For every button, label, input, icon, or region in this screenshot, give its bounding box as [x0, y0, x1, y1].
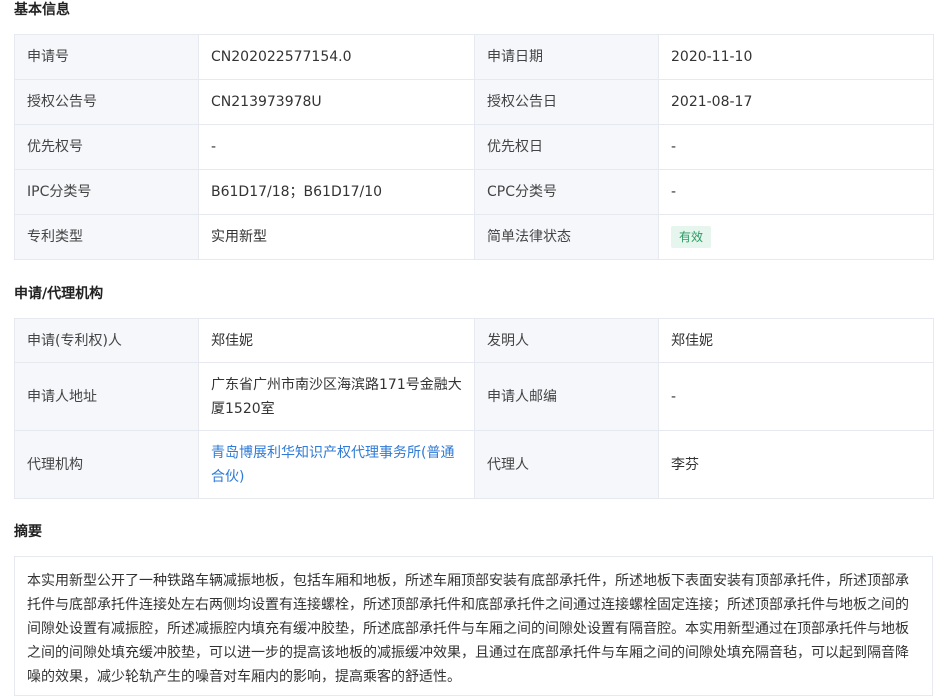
- value-postcode: -: [658, 362, 934, 431]
- value-agent: 李芬: [658, 430, 934, 499]
- label-postcode: 申请人邮编: [474, 362, 659, 431]
- table-row: 申请(专利权)人 郑佳妮 发明人 郑佳妮: [14, 318, 934, 363]
- label-application-date: 申请日期: [474, 34, 659, 80]
- section-title-agency: 申请/代理机构: [14, 286, 104, 302]
- value-cpc: -: [658, 169, 934, 215]
- value-priority-date: -: [658, 124, 934, 170]
- table-row: 申请号 CN202022577154.0 申请日期 2020-11-10: [14, 34, 934, 80]
- section-title-abstract: 摘要: [14, 524, 42, 540]
- value-ipc: B61D17/18；B61D17/10: [198, 169, 475, 215]
- value-agency-cell: 青岛博展利华知识产权代理事务所(普通合伙): [198, 430, 475, 499]
- label-applicant-address: 申请人地址: [14, 362, 199, 431]
- label-grant-date: 授权公告日: [474, 79, 659, 125]
- value-applicant-address: 广东省广州市南沙区海滨路171号金融大厦1520室: [198, 362, 475, 431]
- label-application-number: 申请号: [14, 34, 199, 80]
- table-row: 专利类型 实用新型 简单法律状态 有效: [14, 214, 934, 260]
- label-agent: 代理人: [474, 430, 659, 499]
- table-row: 授权公告号 CN213973978U 授权公告日 2021-08-17: [14, 79, 934, 125]
- section-title-basic-info: 基本信息: [14, 2, 70, 18]
- label-legal-status: 简单法律状态: [474, 214, 659, 260]
- label-agency: 代理机构: [14, 430, 199, 499]
- value-application-date: 2020-11-10: [658, 34, 934, 80]
- basic-info-table: 申请号 CN202022577154.0 申请日期 2020-11-10 授权公…: [14, 34, 934, 260]
- agency-table: 申请(专利权)人 郑佳妮 发明人 郑佳妮 申请人地址 广东省广州市南沙区海滨路1…: [14, 318, 934, 499]
- label-priority-number: 优先权号: [14, 124, 199, 170]
- status-badge: 有效: [671, 226, 712, 248]
- label-grant-number: 授权公告号: [14, 79, 199, 125]
- value-grant-number: CN213973978U: [198, 79, 475, 125]
- agency-link[interactable]: 青岛博展利华知识产权代理事务所(普通合伙): [211, 445, 454, 485]
- label-applicant: 申请(专利权)人: [14, 318, 199, 363]
- label-cpc: CPC分类号: [474, 169, 659, 215]
- value-patent-type: 实用新型: [198, 214, 475, 260]
- table-row: 优先权号 - 优先权日 -: [14, 124, 934, 170]
- label-priority-date: 优先权日: [474, 124, 659, 170]
- table-row: 申请人地址 广东省广州市南沙区海滨路171号金融大厦1520室 申请人邮编 -: [14, 362, 934, 431]
- value-priority-number: -: [198, 124, 475, 170]
- abstract-text: 本实用新型公开了一种铁路车辆减振地板，包括车厢和地板，所述车厢顶部安装有底部承托…: [14, 556, 933, 696]
- value-grant-date: 2021-08-17: [658, 79, 934, 125]
- table-row: IPC分类号 B61D17/18；B61D17/10 CPC分类号 -: [14, 169, 934, 215]
- value-legal-status-cell: 有效: [658, 214, 934, 260]
- value-applicant: 郑佳妮: [198, 318, 475, 363]
- table-row: 代理机构 青岛博展利华知识产权代理事务所(普通合伙) 代理人 李芬: [14, 430, 934, 499]
- value-application-number: CN202022577154.0: [198, 34, 475, 80]
- value-inventor: 郑佳妮: [658, 318, 934, 363]
- label-inventor: 发明人: [474, 318, 659, 363]
- label-patent-type: 专利类型: [14, 214, 199, 260]
- label-ipc: IPC分类号: [14, 169, 199, 215]
